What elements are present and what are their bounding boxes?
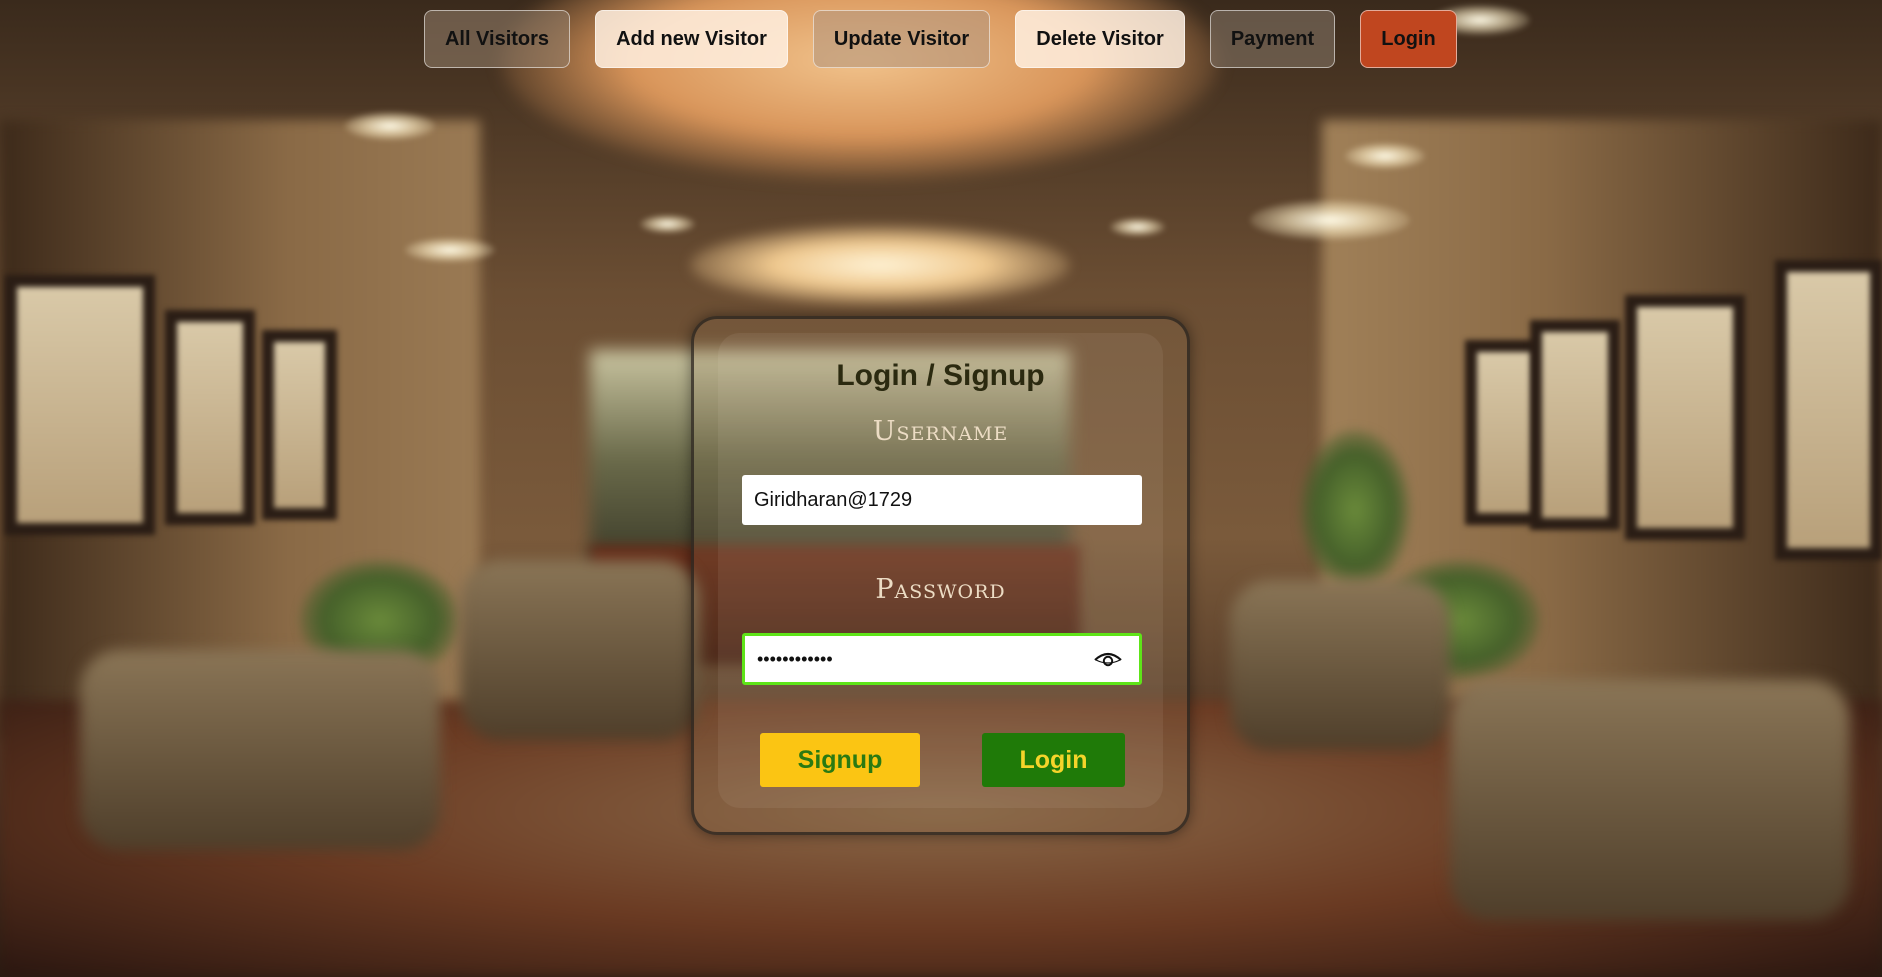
top-nav: All Visitors Add new Visitor Update Visi… [0, 10, 1882, 70]
username-label: Username [872, 416, 1009, 447]
login-signup-card: Login / Signup Username Password Signup … [691, 316, 1190, 835]
nav-payment-button[interactable]: Payment [1210, 10, 1335, 68]
eye-icon[interactable] [1093, 649, 1123, 669]
username-input[interactable] [742, 488, 1142, 512]
card-title: Login / Signup [836, 359, 1045, 392]
nav-login-button[interactable]: Login [1360, 10, 1457, 68]
signup-button[interactable]: Signup [760, 733, 920, 787]
username-field[interactable] [742, 475, 1142, 525]
nav-update-visitor-button[interactable]: Update Visitor [813, 10, 990, 68]
nav-all-visitors-button[interactable]: All Visitors [424, 10, 570, 68]
nav-add-visitor-button[interactable]: Add new Visitor [595, 10, 788, 68]
nav-delete-visitor-button[interactable]: Delete Visitor [1015, 10, 1185, 68]
password-label: Password [875, 574, 1006, 605]
password-input[interactable] [745, 648, 1139, 670]
password-field[interactable] [742, 633, 1142, 685]
login-button[interactable]: Login [982, 733, 1125, 787]
